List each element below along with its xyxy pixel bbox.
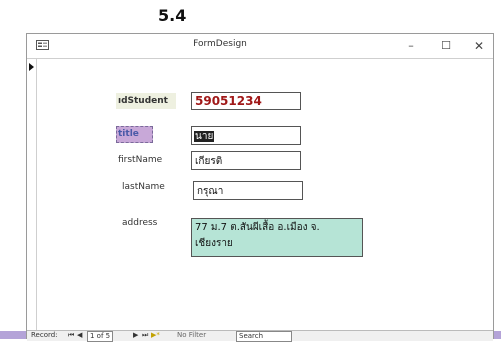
right-edge-strip <box>494 331 501 339</box>
title-label[interactable]: title <box>116 126 153 143</box>
address-label: address <box>122 218 158 228</box>
record-position-input[interactable]: 1 of 5 <box>87 331 114 342</box>
header-divider <box>27 58 493 59</box>
title-field-value: นาย <box>194 131 215 142</box>
address-field[interactable]: 77 ม.7 ต.สันผีเสื้อ อ.เมือง จ. เชียงราย <box>191 218 363 257</box>
idstudent-label: ıdStudent <box>116 93 176 109</box>
lastname-field[interactable]: กรุณา <box>193 181 303 200</box>
figure-caption: 5.4 <box>158 6 187 25</box>
current-record-arrow-icon <box>29 63 34 71</box>
record-selector[interactable] <box>27 58 37 331</box>
minimize-button[interactable]: – <box>397 36 425 56</box>
search-input[interactable]: Search <box>236 331 292 342</box>
form-window: FormDesign – ☐ ✕ ıdStudent 59051234 titl… <box>26 33 494 342</box>
close-button[interactable]: ✕ <box>465 36 493 56</box>
idstudent-field[interactable]: 59051234 <box>191 92 301 110</box>
title-bar: FormDesign – ☐ ✕ <box>27 34 493 58</box>
lastname-label: lastName <box>122 182 165 192</box>
maximize-button[interactable]: ☐ <box>432 36 460 56</box>
window-title: FormDesign <box>193 39 247 49</box>
firstname-label: firstName <box>118 155 163 165</box>
record-navigation-bar: Record: ⏮ ◀ 1 of 5 ▶ ⏭ ▶* No Filter Sear… <box>27 330 493 342</box>
left-edge-strip <box>0 331 26 339</box>
firstname-field[interactable]: เกียรติ <box>191 151 301 170</box>
title-field[interactable]: นาย <box>191 126 301 145</box>
